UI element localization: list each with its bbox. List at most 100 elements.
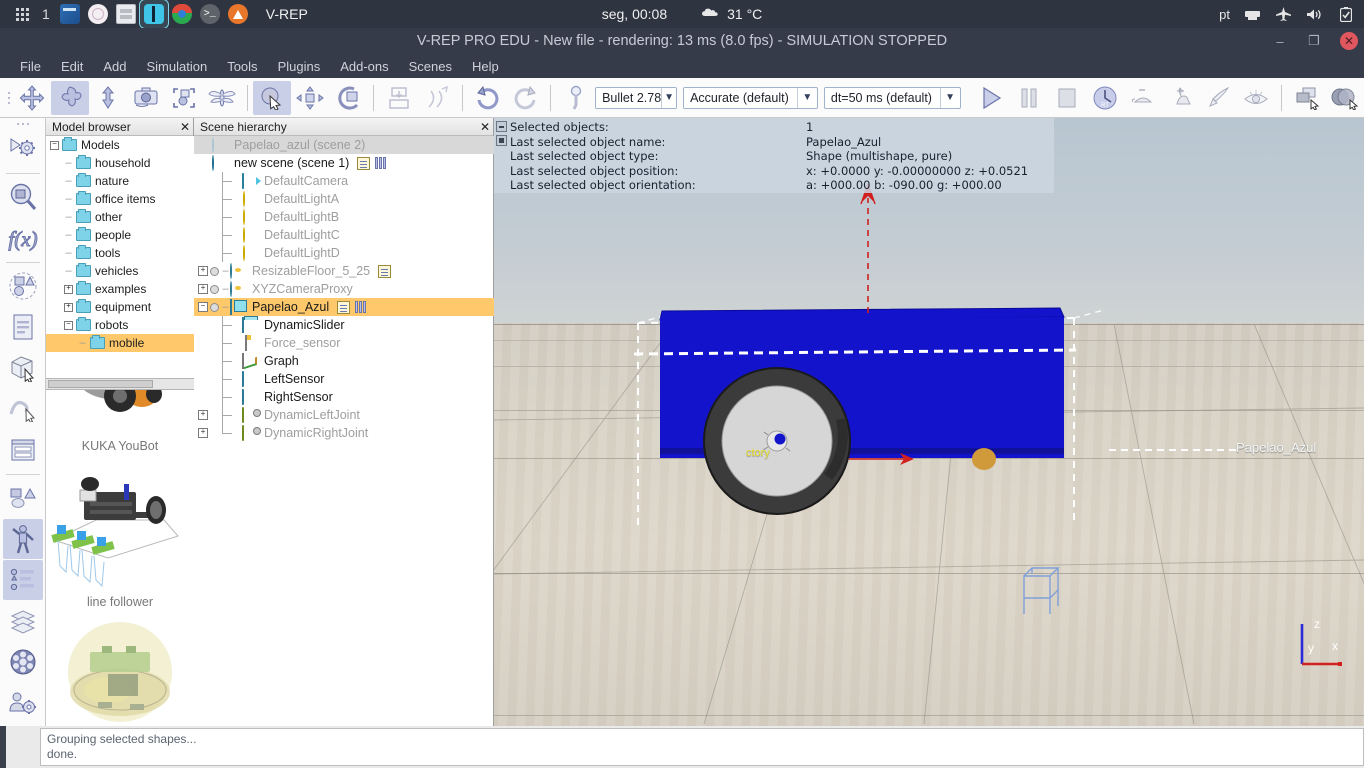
scene-hierarchy-row[interactable]: + – ResizableFloor_5_25: [194, 262, 494, 280]
scene-hierarchy-row[interactable]: Papelao_azul (scene 2): [194, 136, 494, 154]
status-message-area[interactable]: Grouping selected shapes... done.: [40, 728, 1364, 766]
model-preview-roomba[interactable]: [46, 618, 194, 726]
translate-object-icon[interactable]: [13, 81, 51, 115]
pages-icon[interactable]: [3, 601, 43, 641]
visibility-dot-icon[interactable]: [210, 266, 219, 276]
model-tree-item[interactable]: – office items: [46, 190, 194, 208]
menu-add-ons[interactable]: Add-ons: [330, 57, 398, 76]
script-badge-icon[interactable]: [378, 264, 392, 278]
terminal-icon[interactable]: >_: [196, 0, 224, 28]
rotate-object-icon[interactable]: [51, 80, 90, 115]
model-tree-item[interactable]: – vehicles: [46, 262, 194, 280]
expand-icon[interactable]: +: [198, 284, 208, 294]
pause-simulation-button[interactable]: [1010, 81, 1048, 115]
checkbox-filled-icon[interactable]: [496, 135, 507, 146]
menu-tools[interactable]: Tools: [217, 57, 267, 76]
chevron-down-icon[interactable]: ▼: [796, 87, 817, 108]
menu-edit[interactable]: Edit: [51, 57, 93, 76]
expand-icon[interactable]: +: [198, 266, 208, 276]
scene-hierarchy-row[interactable]: RightSensor: [194, 388, 494, 406]
transparency-icon[interactable]: [557, 81, 595, 115]
accuracy-select[interactable]: Accurate (default) ▼: [683, 86, 818, 109]
expand-icon[interactable]: +: [198, 410, 208, 420]
redo-icon[interactable]: [506, 81, 544, 115]
close-icon[interactable]: ✕: [477, 120, 493, 134]
checkbox-dash-icon[interactable]: [496, 121, 507, 132]
scene-hierarchy-list[interactable]: Papelao_azul (scene 2) new scene (scene 1…: [194, 136, 494, 726]
airplane-mode-icon[interactable]: [1275, 7, 1292, 22]
model-tree-item[interactable]: – people: [46, 226, 194, 244]
toolbar-drag-handle[interactable]: [4, 83, 13, 113]
speed-up-button[interactable]: [1162, 81, 1200, 115]
vlc-icon[interactable]: [224, 0, 252, 28]
menu-file[interactable]: File: [10, 57, 51, 76]
scene-hierarchy-row[interactable]: new scene (scene 1): [194, 154, 494, 172]
menu-simulation[interactable]: Simulation: [137, 57, 218, 76]
realtime-mode-button[interactable]: RT: [1086, 81, 1124, 115]
menu-help[interactable]: Help: [462, 57, 509, 76]
scene-hierarchy-row[interactable]: Force_sensor: [194, 334, 494, 352]
user-settings-icon[interactable]: [3, 307, 43, 347]
scene-hierarchy-row[interactable]: DynamicSlider: [194, 316, 494, 334]
model-browser-preview-list[interactable]: KUKA YouBot line follower: [46, 390, 194, 726]
scene-hierarchy-row[interactable]: DefaultLightC: [194, 226, 494, 244]
scene-hierarchy-row[interactable]: DefaultLightD: [194, 244, 494, 262]
close-icon[interactable]: ✕: [177, 120, 193, 134]
model-preview-line-follower[interactable]: [46, 462, 194, 592]
scripts-icon[interactable]: f(x): [3, 218, 43, 258]
tool-strip-drag-handle[interactable]: [16, 123, 29, 125]
threaded-rendering-button[interactable]: [1200, 81, 1238, 115]
layers-badge-icon[interactable]: [375, 157, 387, 169]
chevron-down-icon[interactable]: ▼: [661, 87, 676, 108]
model-tree-item[interactable]: – other: [46, 208, 194, 226]
menu-add[interactable]: Add: [93, 57, 136, 76]
scene-hierarchy-row[interactable]: LeftSensor: [194, 370, 494, 388]
model-tree-item[interactable]: − Models: [46, 136, 194, 154]
vrep-icon[interactable]: [138, 0, 169, 29]
calculation-modules-icon[interactable]: [3, 177, 43, 217]
chevron-down-icon[interactable]: ▼: [939, 87, 960, 108]
camera-icon[interactable]: [127, 81, 165, 115]
scene-hierarchy-row[interactable]: + DynamicRightJoint: [194, 424, 494, 442]
layers-icon[interactable]: [2, 560, 43, 600]
dna-icon[interactable]: [418, 81, 456, 115]
collapse-icon[interactable]: −: [64, 320, 73, 330]
dialogs-icon[interactable]: [3, 430, 43, 470]
user-settings-gear-icon[interactable]: [3, 683, 43, 723]
scene-hierarchy-row[interactable]: + DynamicLeftJoint: [194, 406, 494, 424]
script-badge-icon[interactable]: [337, 300, 351, 314]
scene-hierarchy-row[interactable]: DefaultLightA: [194, 190, 494, 208]
battery-icon[interactable]: [1337, 6, 1354, 22]
visibility-dot-icon[interactable]: [210, 302, 219, 312]
3d-viewport[interactable]: EDU: [494, 118, 1364, 726]
move-up-icon[interactable]: [89, 81, 127, 115]
start-simulation-button[interactable]: [973, 81, 1011, 115]
slow-down-button[interactable]: [1124, 81, 1162, 115]
scene-object-properties-icon[interactable]: [3, 129, 43, 169]
layers-badge-icon[interactable]: [355, 301, 367, 313]
undo-icon[interactable]: [469, 81, 507, 115]
model-tree-item[interactable]: – mobile: [46, 334, 194, 352]
scene-hierarchy-row[interactable]: + – XYZCameraProxy: [194, 280, 494, 298]
object-selection-icon[interactable]: [3, 348, 43, 388]
stop-simulation-button[interactable]: [1048, 81, 1086, 115]
expand-icon[interactable]: +: [64, 284, 73, 294]
model-tree-item[interactable]: + equipment: [46, 298, 194, 316]
files-icon[interactable]: [56, 0, 84, 28]
menu-scenes[interactable]: Scenes: [399, 57, 462, 76]
script-badge-icon[interactable]: [357, 156, 371, 170]
dragonfly-icon[interactable]: [203, 81, 241, 115]
network-icon[interactable]: [1244, 7, 1261, 22]
pick-object-icon[interactable]: [253, 80, 292, 115]
minimize-button[interactable]: –: [1272, 33, 1288, 49]
scene-hierarchy-row[interactable]: DefaultCamera: [194, 172, 494, 190]
model-browser-tree[interactable]: − Models – household – nature – office items – ot…: [46, 136, 194, 378]
expand-icon[interactable]: +: [64, 302, 73, 312]
model-tree-item[interactable]: + examples: [46, 280, 194, 298]
scene-hierarchy-row[interactable]: Graph: [194, 352, 494, 370]
expand-icon[interactable]: +: [198, 428, 208, 438]
page-selector-button[interactable]: [1288, 81, 1326, 115]
video-recorder-icon[interactable]: [3, 642, 43, 682]
shape-edit-modes-icon[interactable]: [3, 266, 43, 306]
model-tree-item[interactable]: – tools: [46, 244, 194, 262]
